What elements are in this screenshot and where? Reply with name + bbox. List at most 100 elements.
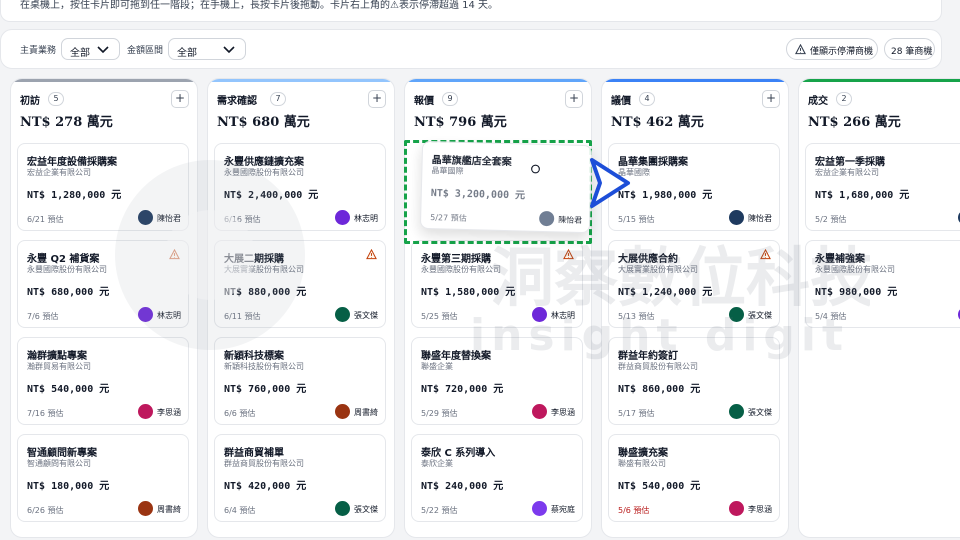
deal-card[interactable]: 智通顧問新專案 智通顧問有限公司 NT$ 180,000 元 6/26 預估 周書綺 <box>17 434 189 522</box>
card-owner: 林志明 <box>318 210 378 226</box>
avatar <box>729 307 744 322</box>
deal-card[interactable]: 宏益第一季採購 宏益企業有限公司 NT$ 1,680,000 元 5/2 預估 <box>805 143 960 231</box>
deal-card[interactable]: 聯盛年度替換案 聯盛企業 NT$ 720,000 元 5/29 預估 李思涵 <box>411 337 583 425</box>
deal-card[interactable]: 永豐 Q2 補貨案 永豐國際股份有限公司 NT$ 680,000 元 7/6 預估 林志… <box>17 240 189 328</box>
card-date: 5/13 預估 <box>618 312 655 321</box>
stage-title: 議價 <box>611 96 631 107</box>
dragging-card[interactable]: 晶華旗艦店全套案 晶華國際 NT$ 3,200,000 元 5/27 預估 陳怡… <box>419 140 593 234</box>
card-title: 永豐補強案 <box>815 254 865 265</box>
card-company: 宏益企業有限公司 <box>27 168 91 177</box>
deal-card[interactable]: 泰欣 C 系列導入 泰欣企業 NT$ 240,000 元 5/22 預估 蔡宛庭 <box>411 434 583 522</box>
card-owner: 陳怡君 <box>121 210 181 226</box>
amount-filter-select[interactable]: 全部 <box>168 38 246 60</box>
deal-card[interactable]: 宏益年度設備採購案 宏益企業有限公司 NT$ 1,280,000 元 6/21 預估 陳… <box>17 143 189 231</box>
owner-filter-select[interactable]: 全部 <box>61 38 120 60</box>
stage-total: NT$ 796 萬元 <box>414 115 507 130</box>
owner-name: 陳怡君 <box>558 215 583 226</box>
card-amount: NT$ 760,000 元 <box>224 384 307 395</box>
card-title: 宏益年度設備採購案 <box>27 157 117 168</box>
stage-title: 需求確認 <box>217 96 257 107</box>
deal-card[interactable]: 永豐供應鏈擴充案 永豐國際股份有限公司 NT$ 2,400,000 元 6/16 預估… <box>214 143 386 231</box>
deal-card[interactable]: 晶華集團採購案 晶華國際 NT$ 1,980,000 元 5/15 預估 陳怡君 <box>608 143 780 231</box>
stalled-warning-icon <box>563 249 574 260</box>
owner-name: 周書綺 <box>354 408 378 417</box>
avatar <box>335 404 350 419</box>
card-company: 智通顧問有限公司 <box>27 459 91 468</box>
stage-title: 報價 <box>414 96 434 107</box>
stage-color-bar <box>208 79 394 82</box>
stalled-only-label: 僅顯示停滯商機 <box>810 47 874 57</box>
stage-color-bar <box>11 79 197 82</box>
stalled-only-toggle[interactable]: 僅顯示停滯商機 <box>786 38 878 60</box>
card-date: 5/29 預估 <box>421 409 458 418</box>
stage-total: NT$ 462 萬元 <box>611 115 704 130</box>
filter-bar: 主責業務 全部 金額區間 全部 僅顯示停滯商機 28 筆商機 <box>0 29 942 69</box>
chevron-down-icon <box>97 46 109 54</box>
stage-total: NT$ 278 萬元 <box>20 115 113 130</box>
add-deal-button[interactable]: + <box>171 90 189 108</box>
deal-card[interactable]: 永豐補強案 永豐國際股份有限公司 NT$ 980,000 元 5/4 預估 <box>805 240 960 328</box>
card-company: 瀚群貿易有限公司 <box>27 362 91 371</box>
deal-card[interactable]: 永豐第三期採購 永豐國際股份有限公司 NT$ 1,580,000 元 5/25 預估 林… <box>411 240 583 328</box>
deal-count-badge: 28 筆商機 <box>884 38 935 60</box>
stalled-warning-icon <box>366 249 377 260</box>
add-deal-button[interactable]: + <box>565 90 583 108</box>
card-company: 新穎科技股份有限公司 <box>224 362 304 371</box>
card-date: 5/17 預估 <box>618 409 655 418</box>
card-company: 永豐國際股份有限公司 <box>815 265 895 274</box>
avatar <box>532 307 547 322</box>
card-title: 新穎科技標案 <box>224 351 284 362</box>
owner-name: 張文傑 <box>354 311 378 320</box>
card-date: 6/21 預估 <box>27 215 64 224</box>
avatar <box>532 501 547 516</box>
owner-name: 林志明 <box>354 214 378 223</box>
deal-card[interactable]: 大展供應合約 大展實業股份有限公司 NT$ 1,240,000 元 5/13 預估 張文… <box>608 240 780 328</box>
stage-count-badge: 2 <box>836 92 852 106</box>
drag-hint-text: 在桌機上，按住卡片即可拖到任一階段；在手機上，長按卡片後拖動。卡片右上角的⚠表示… <box>20 0 499 11</box>
card-owner: 蔡宛庭 <box>515 501 575 517</box>
card-date: 6/26 預估 <box>27 506 64 515</box>
card-date: 5/22 預估 <box>421 506 458 515</box>
card-owner: 張文傑 <box>318 307 378 323</box>
stage-total: NT$ 680 萬元 <box>217 115 310 130</box>
deal-card[interactable]: 群益商貿補單 群益商貿股份有限公司 NT$ 420,000 元 6/4 預估 張文傑 <box>214 434 386 522</box>
deal-card[interactable]: 新穎科技標案 新穎科技股份有限公司 NT$ 760,000 元 6/6 預估 周書綺 <box>214 337 386 425</box>
card-amount: NT$ 1,980,000 元 <box>618 190 713 201</box>
deal-card[interactable]: 大展二期採購 大展實業股份有限公司 NT$ 880,000 元 6/11 預估 張文傑 <box>214 240 386 328</box>
stage-column-1: 需求確認 7 + NT$ 680 萬元永豐供應鏈擴充案 永豐國際股份有限公司 NT$ 2,… <box>207 78 395 538</box>
card-amount: NT$ 180,000 元 <box>27 481 110 492</box>
stalled-warning-icon <box>169 249 180 260</box>
stage-count-badge: 7 <box>270 92 286 106</box>
card-title: 大展二期採購 <box>224 254 284 265</box>
deal-count-text: 28 筆商機 <box>891 47 933 57</box>
card-owner: 張文傑 <box>318 501 378 517</box>
add-deal-button[interactable]: + <box>368 90 386 108</box>
card-owner: 張文傑 <box>712 307 772 323</box>
card-amount: NT$ 3,200,000 元 <box>430 188 526 202</box>
card-company: 大展實業股份有限公司 <box>618 265 698 274</box>
owner-name: 張文傑 <box>354 505 378 514</box>
avatar <box>138 501 153 516</box>
stage-column-4: 成交 2 NT$ 266 萬元 宏益第一季採購 宏益企業有限公司 NT$ 1,680,00… <box>798 78 960 538</box>
card-owner: 林志明 <box>515 307 575 323</box>
avatar <box>538 210 555 227</box>
grab-cursor-icon <box>531 164 540 174</box>
card-company: 群益商貿股份有限公司 <box>224 459 304 468</box>
card-date: 5/27 預估 <box>430 213 467 223</box>
card-amount: NT$ 2,400,000 元 <box>224 190 319 201</box>
deal-card[interactable]: 瀚群擴點專案 瀚群貿易有限公司 NT$ 540,000 元 7/16 預估 李思涵 <box>17 337 189 425</box>
card-company: 永豐國際股份有限公司 <box>421 265 501 274</box>
deal-card[interactable]: 群益年約簽訂 群益商貿股份有限公司 NT$ 860,000 元 5/17 預估 張文傑 <box>608 337 780 425</box>
drag-direction-arrow-icon <box>590 158 630 208</box>
card-date: 7/6 預估 <box>27 312 59 321</box>
card-owner: 陳怡君 <box>522 210 582 228</box>
card-owner: 周書綺 <box>318 404 378 420</box>
add-deal-button[interactable]: + <box>762 90 780 108</box>
deal-card[interactable]: 聯盛擴充案 聯盛有限公司 NT$ 540,000 元 5/6 預估 李思涵 <box>608 434 780 522</box>
card-owner: 陳怡君 <box>712 210 772 226</box>
owner-name: 蔡宛庭 <box>551 505 575 514</box>
card-owner: 李思涵 <box>121 404 181 420</box>
card-title: 聯盛年度替換案 <box>421 351 491 362</box>
card-date: 5/25 預估 <box>421 312 458 321</box>
card-amount: NT$ 420,000 元 <box>224 481 307 492</box>
